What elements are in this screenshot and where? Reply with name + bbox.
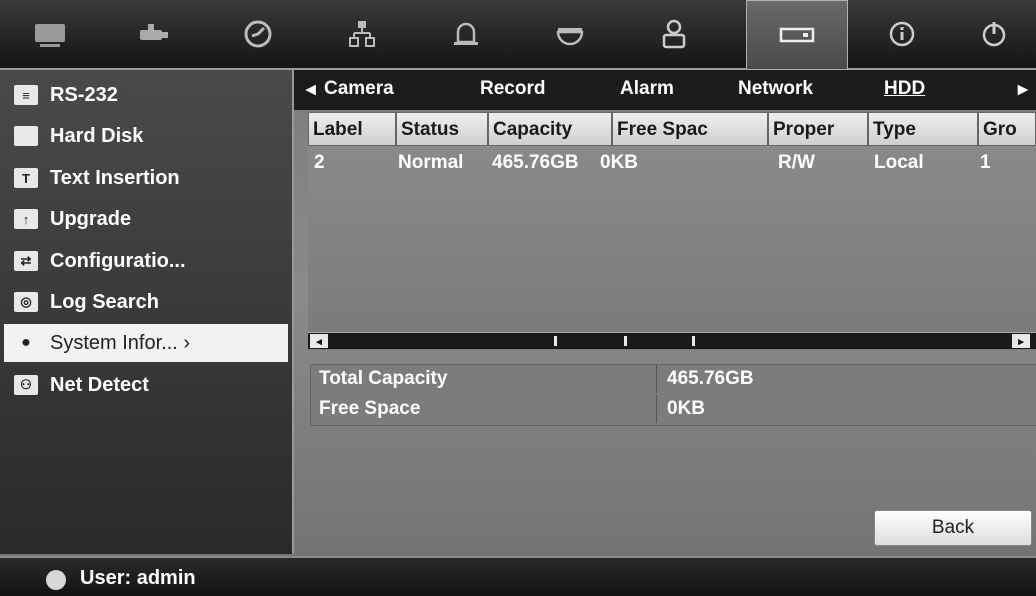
column-header-capacity[interactable]: Capacity bbox=[488, 112, 612, 146]
column-header-free-space[interactable]: Free Spac bbox=[612, 112, 768, 146]
capacity-summary: Total Capacity 465.76GB Free Space 0KB bbox=[310, 364, 1036, 426]
info-icon[interactable] bbox=[852, 0, 952, 68]
sidebar-item-label: Net Detect bbox=[50, 373, 149, 396]
total-capacity-label: Total Capacity bbox=[311, 365, 657, 393]
column-header-property[interactable]: Proper bbox=[768, 112, 868, 146]
sidebar-item-text-insertion[interactable]: T Text Insertion bbox=[4, 159, 288, 197]
main-menu-bar bbox=[0, 0, 1036, 70]
free-space-value: 0KB bbox=[667, 398, 706, 419]
sidebar-item-rs232[interactable]: ≡ RS-232 bbox=[4, 76, 288, 114]
summary-row-free: Free Space 0KB bbox=[311, 395, 1036, 425]
tab-alarm[interactable]: Alarm bbox=[620, 78, 674, 100]
horizontal-scrollbar[interactable]: ◂ ▸ bbox=[308, 332, 1036, 349]
sidebar-item-net-detect[interactable]: ⚇ Net Detect bbox=[4, 366, 288, 404]
column-header-label[interactable]: Label bbox=[308, 112, 396, 146]
clock-icon[interactable] bbox=[208, 0, 308, 68]
log-search-icon: ◎ bbox=[14, 292, 38, 312]
user-label: User: admin bbox=[80, 567, 196, 589]
scroll-tick bbox=[624, 336, 627, 346]
upgrade-icon: ↑ bbox=[14, 209, 38, 229]
cell-type: Local bbox=[874, 152, 924, 173]
sidebar-item-configuration[interactable]: ⇄ Configuratio... bbox=[4, 242, 288, 280]
scroll-tick bbox=[554, 336, 557, 346]
sidebar-item-log-search[interactable]: ◎ Log Search bbox=[4, 283, 288, 321]
column-header-status[interactable]: Status bbox=[396, 112, 488, 146]
dvr-screen: ≡ RS-232 Hard Disk T Text Insertion ↑ Up… bbox=[0, 0, 1036, 596]
network-icon[interactable] bbox=[312, 0, 412, 68]
camera-icon[interactable] bbox=[104, 0, 204, 68]
tab-record[interactable]: Record bbox=[480, 78, 545, 100]
net-detect-icon: ⚇ bbox=[14, 375, 38, 395]
configuration-icon: ⇄ bbox=[14, 251, 38, 271]
sidebar-item-upgrade[interactable]: ↑ Upgrade bbox=[4, 200, 288, 238]
column-header-type[interactable]: Type bbox=[868, 112, 978, 146]
column-header-group[interactable]: Gro bbox=[978, 112, 1036, 146]
tab-camera[interactable]: Camera bbox=[324, 78, 394, 100]
rs232-icon: ≡ bbox=[14, 85, 38, 105]
cell-status: Normal bbox=[398, 152, 464, 173]
hdd-table: Label Status Capacity Free Spac Proper T… bbox=[308, 112, 1036, 350]
sidebar: ≡ RS-232 Hard Disk T Text Insertion ↑ Up… bbox=[0, 70, 294, 554]
summary-row-total: Total Capacity 465.76GB bbox=[311, 365, 1036, 395]
sidebar-item-label: Hard Disk bbox=[50, 124, 144, 147]
user-icon[interactable] bbox=[624, 0, 724, 68]
table-header: Label Status Capacity Free Spac Proper T… bbox=[308, 112, 1036, 148]
table-row[interactable]: 2 Normal 465.76GB 0KB R/W Local 1 bbox=[308, 150, 1036, 178]
sidebar-item-label: Configuratio... bbox=[50, 249, 186, 272]
tab-hdd[interactable]: HDD bbox=[884, 78, 925, 100]
dome-camera-icon[interactable] bbox=[520, 0, 620, 68]
status-bar: User: admin bbox=[0, 556, 1036, 596]
cell-group: 1 bbox=[980, 152, 991, 173]
tab-bar: ◂ Camera Record Alarm Network HDD ▸ bbox=[294, 70, 1036, 110]
tab-prev-arrow-icon[interactable]: ◂ bbox=[306, 78, 316, 101]
cell-label: 2 bbox=[314, 152, 325, 173]
sidebar-item-label: System Infor... › bbox=[50, 331, 191, 354]
user-status-icon bbox=[46, 570, 66, 590]
sidebar-item-hard-disk[interactable]: Hard Disk bbox=[4, 117, 288, 155]
scroll-right-icon[interactable]: ▸ bbox=[1012, 334, 1030, 348]
hdd-icon[interactable] bbox=[746, 0, 848, 70]
total-capacity-value: 465.76GB bbox=[667, 368, 754, 389]
system-info-icon: ● bbox=[21, 334, 31, 351]
bell-icon[interactable] bbox=[416, 0, 516, 68]
scroll-tick bbox=[692, 336, 695, 346]
free-space-label: Free Space bbox=[311, 395, 657, 423]
cell-capacity: 465.76GB bbox=[492, 152, 579, 173]
back-button[interactable]: Back bbox=[874, 510, 1032, 546]
tab-next-arrow-icon[interactable]: ▸ bbox=[1018, 78, 1028, 101]
tab-network[interactable]: Network bbox=[738, 78, 813, 100]
hard-disk-icon bbox=[14, 126, 38, 146]
sidebar-item-label: Upgrade bbox=[50, 207, 132, 230]
scroll-left-icon[interactable]: ◂ bbox=[310, 334, 328, 348]
sidebar-item-label: RS-232 bbox=[50, 83, 118, 106]
cell-free-space: 0KB bbox=[600, 152, 639, 173]
sidebar-item-label: Text Insertion bbox=[50, 166, 180, 189]
sidebar-item-system-info[interactable]: ● System Infor... › bbox=[4, 324, 288, 362]
cell-property: R/W bbox=[778, 152, 815, 173]
display-icon[interactable] bbox=[0, 0, 100, 68]
sidebar-item-label: Log Search bbox=[50, 290, 159, 313]
text-insertion-icon: T bbox=[14, 168, 38, 188]
power-icon[interactable] bbox=[944, 0, 1036, 68]
